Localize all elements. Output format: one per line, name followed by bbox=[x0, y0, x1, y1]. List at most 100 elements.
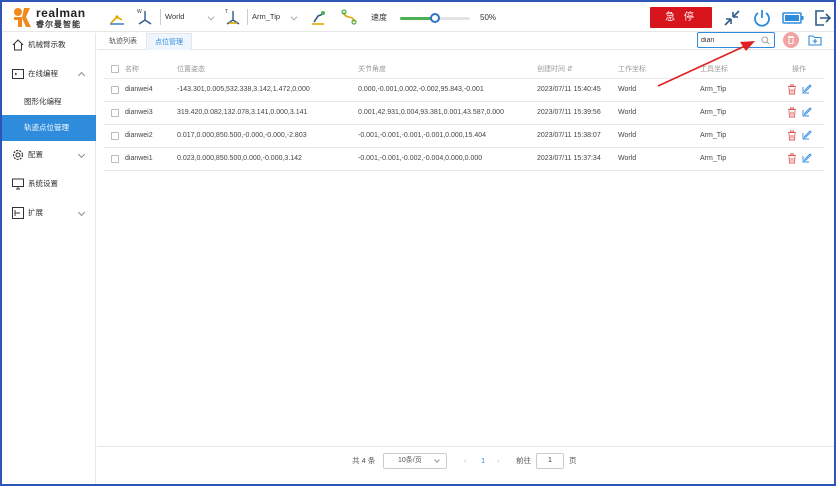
table-header: 名称 位置姿态 关节角度 创建时间 ⇵ 工作坐标 工具坐标 操作 bbox=[104, 62, 824, 76]
collapse-icon[interactable] bbox=[722, 8, 742, 28]
speed-slider-handle[interactable] bbox=[430, 13, 440, 23]
cell-time: 2023/07/11 15:37:34 bbox=[537, 155, 601, 162]
cell-work: World bbox=[618, 155, 637, 162]
cell-time: 2023/07/11 15:39:56 bbox=[537, 109, 601, 116]
delete-icon[interactable] bbox=[787, 84, 797, 95]
coordinate-select[interactable]: World bbox=[160, 9, 216, 25]
tool-select-value: Arm_Tip bbox=[252, 12, 281, 21]
tab-trajectory-list[interactable]: 轨迹列表 bbox=[101, 33, 145, 50]
coordinate-icon: W bbox=[137, 9, 152, 25]
gear-icon bbox=[12, 149, 24, 161]
coordinate-select-value: World bbox=[165, 12, 185, 21]
row-checkbox[interactable] bbox=[111, 109, 119, 117]
search-box[interactable] bbox=[697, 32, 775, 48]
sidebar-item-label: 系统设置 bbox=[28, 179, 58, 188]
search-input[interactable] bbox=[701, 34, 759, 46]
realman-logo-icon bbox=[14, 8, 31, 27]
cell-pose: 0.023,0.000,850.500,0.000,-0.000,3.142 bbox=[177, 155, 302, 162]
sidebar: 机械臂示教 在线编程 图形化编程 轨迹点位管理 配置 系统设置 扩展 bbox=[2, 33, 96, 484]
svg-text:W: W bbox=[137, 9, 142, 15]
cell-pose: -143.301,0.005,532.338,3.142,1.472,0.000 bbox=[177, 86, 310, 93]
cell-name: dianwei3 bbox=[125, 109, 153, 116]
col-time-label: 创建时间 bbox=[537, 66, 565, 73]
divider bbox=[97, 446, 834, 447]
cell-joints: 0.000,-0.001,0.002,-0.002,95.843,-0.001 bbox=[358, 86, 484, 93]
sidebar-sub-graphical[interactable]: 图形化编程 bbox=[2, 89, 96, 115]
brand-logo: realman 睿尔曼智能 bbox=[10, 6, 100, 30]
cell-work: World bbox=[618, 109, 637, 116]
speed-value: 50% bbox=[480, 13, 497, 22]
cell-joints: 0.001,42.931,0.004,93.381,0.001,43.587,0… bbox=[358, 109, 504, 116]
cell-name: dianwei1 bbox=[125, 155, 153, 162]
delete-icon[interactable] bbox=[787, 107, 797, 118]
sidebar-item-system[interactable]: 系统设置 bbox=[2, 172, 96, 196]
prev-page-icon[interactable]: ‹ bbox=[464, 453, 467, 469]
tab-point-manage[interactable]: 点位管理 bbox=[146, 33, 192, 50]
cell-tool: Arm_Tip bbox=[700, 109, 727, 116]
col-work: 工作坐标 bbox=[618, 66, 646, 73]
sidebar-item-extend[interactable]: 扩展 bbox=[2, 201, 96, 225]
pager-total: 共 4 条 bbox=[352, 456, 376, 465]
col-name: 名称 bbox=[125, 66, 139, 73]
delete-icon[interactable] bbox=[787, 130, 797, 141]
edit-icon[interactable] bbox=[802, 84, 812, 94]
cell-work: World bbox=[618, 132, 637, 139]
cell-time: 2023/07/11 15:38:07 bbox=[537, 132, 601, 139]
emergency-stop-button[interactable]: 急 停 bbox=[650, 7, 712, 28]
delete-icon[interactable] bbox=[787, 153, 797, 164]
cell-work: World bbox=[618, 86, 637, 93]
cell-tool: Arm_Tip bbox=[700, 155, 727, 162]
search-icon[interactable] bbox=[761, 36, 770, 45]
next-page-icon[interactable]: › bbox=[497, 453, 500, 469]
monitor-icon bbox=[12, 178, 24, 190]
page-size-select[interactable]: 10条/页 bbox=[383, 453, 447, 469]
col-actions: 操作 bbox=[792, 66, 806, 73]
cell-tool: Arm_Tip bbox=[700, 86, 727, 93]
trash-icon bbox=[788, 36, 794, 44]
cell-pose: 0.017,0.000,850.500,-0.000,-0.000,-2.803 bbox=[177, 132, 307, 139]
sidebar-item-config[interactable]: 配置 bbox=[2, 143, 96, 167]
page-size-value: 10条/页 bbox=[398, 457, 422, 464]
chevron-down-icon bbox=[77, 208, 86, 217]
tool-select[interactable]: Arm_Tip bbox=[247, 9, 299, 25]
chevron-down-icon bbox=[290, 13, 298, 21]
sidebar-item-programming[interactable]: 在线编程 bbox=[2, 62, 96, 86]
select-all-checkbox[interactable] bbox=[111, 65, 119, 73]
folder-add-icon[interactable] bbox=[808, 34, 822, 46]
cell-time: 2023/07/11 15:40:45 bbox=[537, 86, 601, 93]
col-time[interactable]: 创建时间 ⇵ bbox=[537, 64, 573, 74]
edit-icon[interactable] bbox=[802, 107, 812, 117]
row-checkbox[interactable] bbox=[111, 155, 119, 163]
trajectory-icon[interactable] bbox=[340, 8, 358, 26]
speed-slider[interactable] bbox=[400, 13, 470, 23]
row-checkbox[interactable] bbox=[111, 132, 119, 140]
edit-icon[interactable] bbox=[802, 130, 812, 140]
code-icon bbox=[12, 69, 24, 79]
batch-delete-button[interactable] bbox=[783, 32, 799, 48]
sort-icon[interactable]: ⇵ bbox=[567, 66, 573, 73]
table-row: dianwei1 0.023,0.000,850.500,0.000,-0.00… bbox=[104, 148, 824, 171]
row-checkbox[interactable] bbox=[111, 86, 119, 94]
sidebar-sub-point-manage[interactable]: 轨迹点位管理 bbox=[2, 115, 96, 141]
speed-label: 速度 bbox=[371, 13, 387, 22]
goto-page-input[interactable]: 1 bbox=[536, 453, 564, 469]
cell-tool: Arm_Tip bbox=[700, 132, 727, 139]
power-icon[interactable] bbox=[752, 8, 772, 28]
teach-arm-icon[interactable] bbox=[108, 8, 126, 26]
page-suffix: 页 bbox=[569, 456, 577, 465]
svg-text:T: T bbox=[225, 9, 228, 15]
logout-icon[interactable] bbox=[812, 8, 832, 28]
chevron-down-icon bbox=[434, 457, 440, 463]
tool-frame-icon: T bbox=[225, 9, 240, 25]
home-icon bbox=[12, 39, 24, 51]
page-number-current[interactable]: 1 bbox=[481, 453, 485, 469]
battery-icon bbox=[782, 12, 804, 24]
robot-pose-icon[interactable] bbox=[310, 8, 328, 26]
extend-icon bbox=[12, 207, 24, 219]
table-row: dianwei3 319.420,0.082,132.078,3.141,0.0… bbox=[104, 102, 824, 125]
sidebar-item-teach[interactable]: 机械臂示教 bbox=[2, 33, 96, 57]
chevron-down-icon bbox=[207, 13, 215, 21]
edit-icon[interactable] bbox=[802, 153, 812, 163]
cell-name: dianwei2 bbox=[125, 132, 153, 139]
brand-name: realman bbox=[36, 6, 86, 20]
